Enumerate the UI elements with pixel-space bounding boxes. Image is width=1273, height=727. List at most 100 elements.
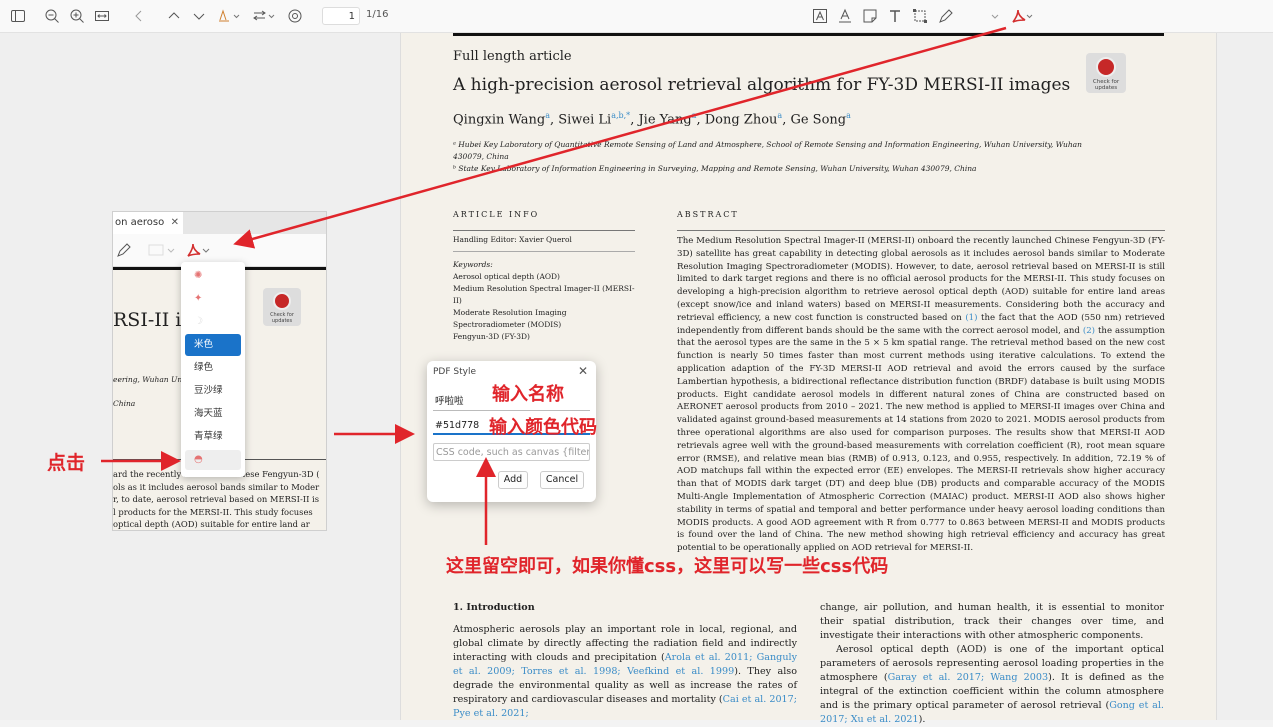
keyword: Moderate Resolution Imaging [453, 308, 567, 317]
article-title: A high-precision aerosol retrieval algor… [453, 75, 1071, 95]
menu-item-style-1[interactable]: ✺ [185, 266, 241, 286]
inset-tab[interactable]: on aeroso ✕ [113, 212, 183, 234]
inset-text-line: l products for the MERSI-II. This study … [113, 506, 313, 517]
page-top-rule [453, 33, 1164, 36]
annotation-css-note: 这里留空即可，如果你懂css，这里可以写一些css代码 [446, 556, 889, 577]
palette-icon: ◓ [194, 454, 203, 465]
sparkle-icon: ✦ [194, 293, 203, 304]
back-icon[interactable] [131, 8, 147, 24]
main-toolbar: 1 1/16 [0, 0, 1273, 33]
menu-item-bean-green[interactable]: 豆沙绿 [185, 381, 241, 401]
author-name: Ge Song [790, 112, 847, 128]
inset-abstract: ard the recently launched Chinese Fengyu… [113, 468, 320, 530]
inset-text-line: ols as it includes aerosol bands similar… [113, 481, 320, 492]
divider [677, 230, 1165, 231]
handling-editor: Handling Editor: Xavier Querol [453, 235, 572, 244]
chevron-down-icon[interactable] [147, 242, 177, 258]
abstract-part: The Medium Resolution Spectral Imager-II… [677, 236, 1165, 323]
keyword: Medium Resolution Spectral Imager-II (ME… [453, 284, 635, 293]
chevron-down-icon[interactable] [990, 8, 1000, 24]
author-name: Jie Yang [638, 112, 692, 128]
pdf-style-icon[interactable] [1010, 8, 1034, 24]
abstract-part: the assumption that the aerosol types ar… [677, 325, 1166, 554]
badge-text: Check for updates [270, 312, 294, 324]
text-box-icon[interactable] [812, 8, 828, 24]
intro-column-2: change, air pollution, and human health,… [820, 601, 1164, 727]
close-icon[interactable]: ✕ [171, 212, 179, 234]
author-name: Dong Zhou [704, 112, 778, 128]
menu-item-sea-blue[interactable]: 海天蓝 [185, 404, 241, 424]
pdf-style-menu: ✺ ✦ ☽ 米色 绿色 豆沙绿 海天蓝 青草绿 ◓ [181, 262, 245, 477]
menu-item-style-2[interactable]: ✦ [185, 289, 241, 309]
keyword: Aerosol optical depth (AOD) [453, 272, 560, 281]
badge-text: Check for updates [1092, 79, 1120, 91]
author-sup[interactable]: a [846, 111, 851, 120]
abstract-ref-link[interactable]: (2) [1083, 326, 1095, 336]
css-code-input[interactable]: CSS code, such as canvas {filter: [433, 443, 590, 461]
author-list: Qingxin Wanga, Siwei Lia,b,*, Jie Yanga,… [453, 111, 851, 128]
inset-tab-bar: on aeroso ✕ [113, 212, 326, 234]
next-page-icon[interactable] [191, 8, 207, 24]
inset-tab-label: on aeroso [115, 217, 165, 228]
abstract-ref-link[interactable]: (1) [965, 313, 977, 323]
menu-item-custom[interactable]: ◓ [185, 450, 241, 470]
intro-heading: 1. Introduction [453, 602, 535, 613]
check-updates-badge[interactable]: Check for updates [263, 288, 301, 326]
dialog-title: PDF Style [433, 367, 477, 377]
divider [453, 230, 635, 231]
cancel-button[interactable]: Cancel [540, 471, 584, 489]
annotation-click: 点击 [47, 452, 86, 474]
annotation-enter-name: 输入名称 [492, 384, 564, 405]
author-sup[interactable]: a [777, 111, 782, 120]
page-number-input[interactable]: 1 [322, 7, 360, 25]
fit-width-icon[interactable] [94, 8, 110, 24]
keyword: Fengyun-3D (FY-3D) [453, 332, 530, 341]
inset-text-line: optical depth (AOD) suitable for entire … [113, 519, 310, 529]
inset-text-line: r, to date, aerosol retrieval based on M… [113, 494, 320, 504]
menu-item-style-3[interactable]: ☽ [185, 312, 241, 332]
check-updates-badge[interactable]: Check for updates [1086, 53, 1126, 93]
bookmark-icon [1096, 57, 1116, 77]
note-icon[interactable] [862, 8, 878, 24]
area-select-icon[interactable] [912, 8, 928, 24]
affiliation-b: ᵇ State Key Laboratory of Information En… [453, 164, 977, 173]
bookmark-icon [273, 292, 291, 310]
affiliation-a-cont: 430079, China [453, 152, 509, 161]
menu-item-grass-green[interactable]: 青草绿 [185, 427, 241, 447]
draw-icon[interactable] [938, 8, 954, 24]
menu-item-green[interactable]: 绿色 [185, 358, 241, 378]
zoom-in-icon[interactable] [69, 8, 85, 24]
article-info-header: ARTICLE INFO [453, 210, 540, 219]
intro-text: change, air pollution, and human health,… [820, 602, 1164, 641]
affiliation-a: ᵃ Hubei Key Laboratory of Quantitative R… [453, 140, 1082, 149]
intro-column-1: Atmospheric aerosols play an important r… [453, 623, 797, 721]
zoom-out-icon[interactable] [44, 8, 60, 24]
close-icon[interactable]: ✕ [578, 364, 588, 378]
author-sup[interactable]: a [545, 111, 550, 120]
draw-icon[interactable] [116, 242, 132, 258]
text-underline-icon[interactable] [837, 8, 853, 24]
moon-icon: ☽ [194, 316, 203, 327]
sidebar-toggle-icon[interactable] [10, 8, 26, 24]
previous-page-icon[interactable] [166, 8, 182, 24]
author-sup[interactable]: a,b,* [611, 111, 630, 120]
author-sup[interactable]: a [692, 111, 697, 120]
page-total: 1/16 [366, 9, 389, 20]
add-button[interactable]: Add [498, 471, 528, 489]
chatgpt-icon[interactable] [287, 8, 303, 24]
inset-affiliation: China [113, 399, 136, 408]
menu-item-beige[interactable]: 米色 [185, 334, 241, 356]
citation-link[interactable]: Garay et al. 2017; Wang 2003 [888, 672, 1049, 683]
page-layout-icon[interactable] [252, 8, 276, 24]
annotation-enter-color: 输入颜色代码 [489, 417, 597, 438]
pdf-style-icon[interactable] [185, 242, 211, 258]
keyword: Spectroradiometer (MODIS) [453, 320, 562, 329]
article-type: Full length article [453, 49, 572, 64]
highlight-tool-icon[interactable] [217, 8, 241, 24]
abstract-text: The Medium Resolution Spectral Imager-II… [677, 235, 1165, 555]
sun-icon: ✺ [194, 270, 203, 281]
text-tool-icon[interactable] [887, 8, 903, 24]
author-name: Qingxin Wang [453, 112, 546, 128]
keywords-label: Keywords: [453, 260, 493, 269]
inset-affiliation: eering, Wuhan Uni [113, 375, 185, 384]
